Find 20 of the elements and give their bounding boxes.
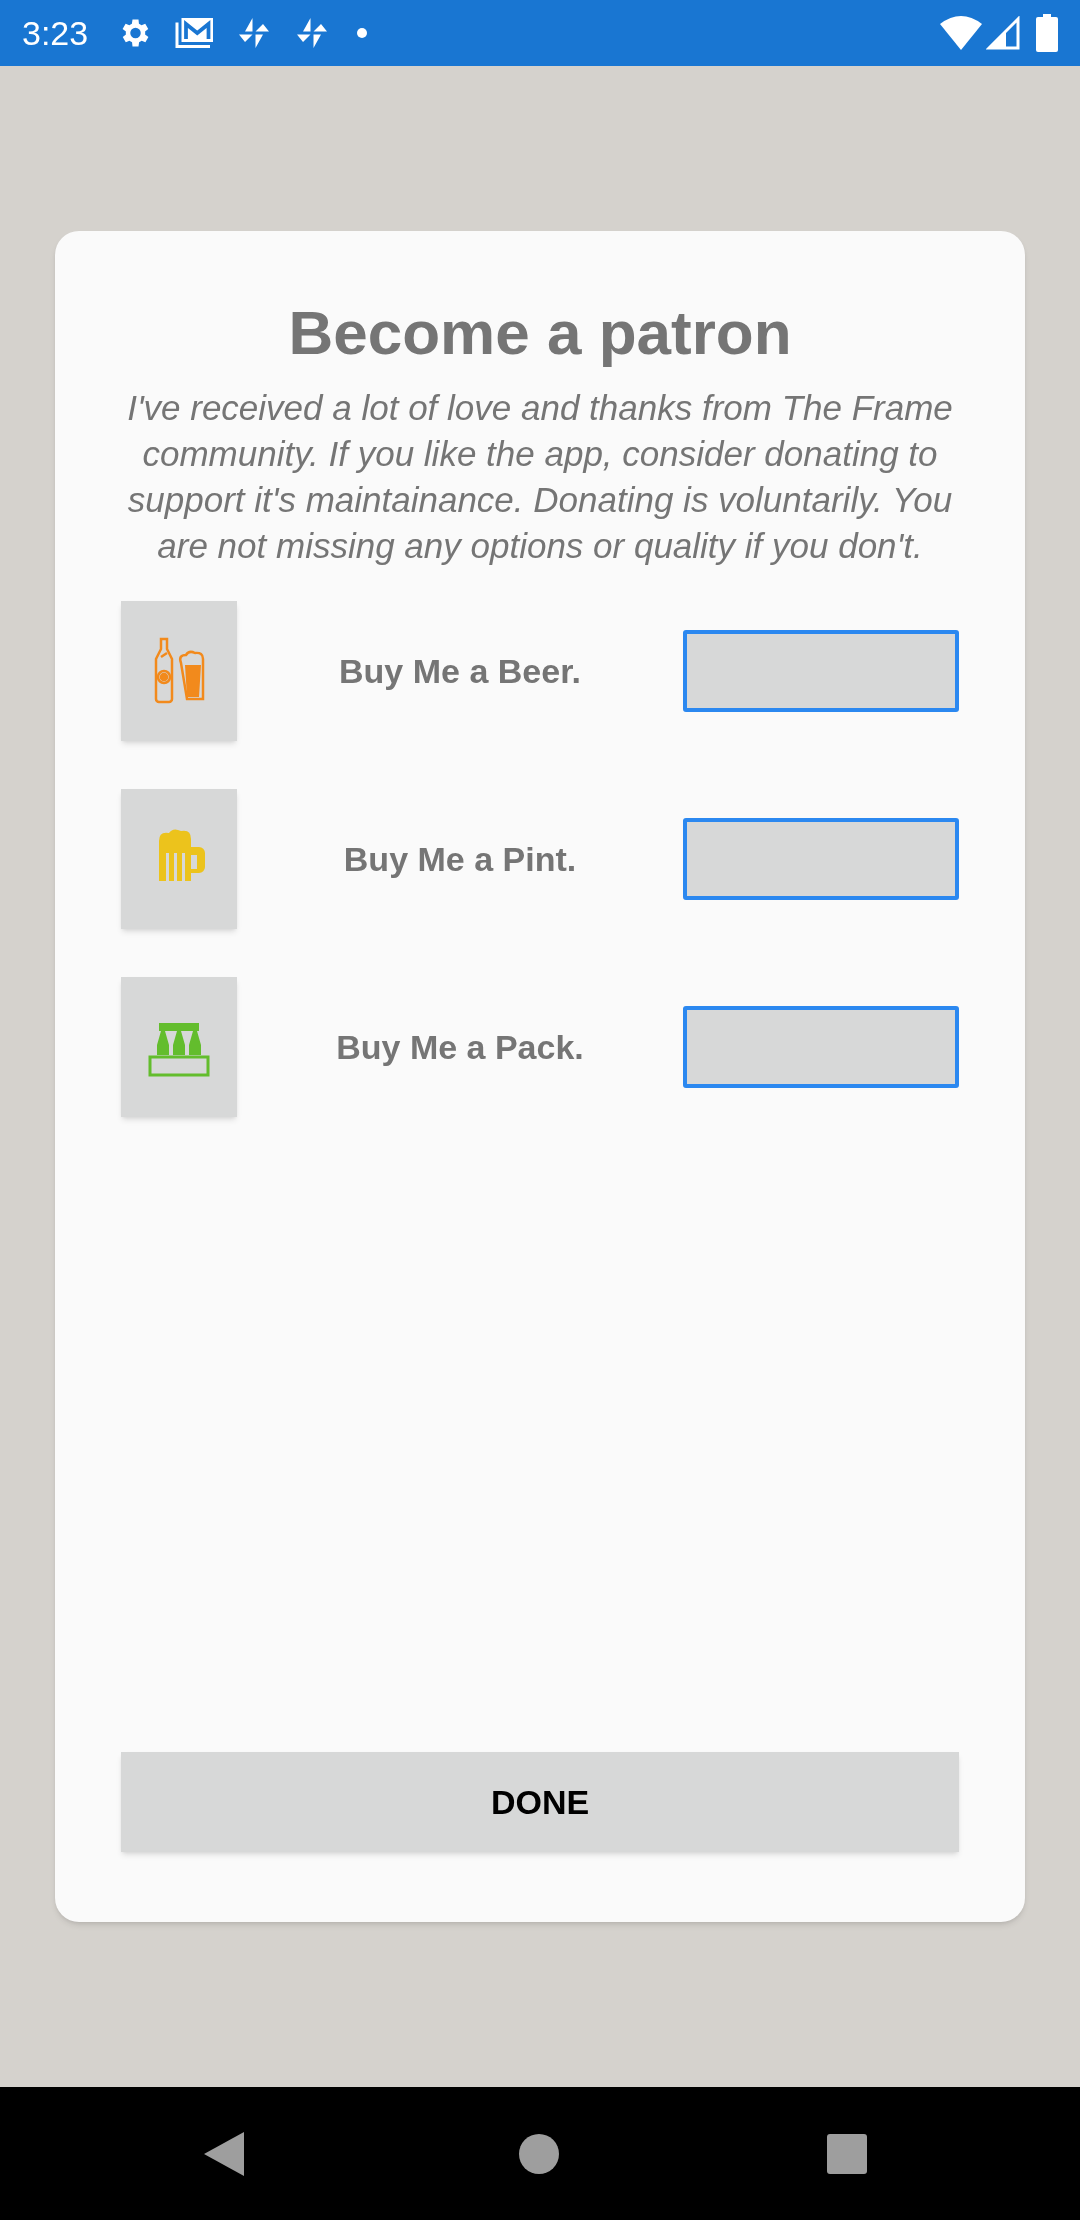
home-icon[interactable] (518, 2132, 560, 2175)
option-label: Buy Me a Pint. (342, 838, 578, 880)
icon-tile[interactable] (121, 789, 237, 929)
input-field[interactable] (683, 1006, 959, 1088)
status-time: 3:23 (22, 12, 89, 54)
back-icon[interactable] (204, 2131, 244, 2176)
dialog-title: Become a patron (288, 297, 792, 369)
signal-icon (986, 16, 1020, 50)
option-label: Buy Me a Pack. (335, 1026, 585, 1068)
recents-icon[interactable] (827, 2133, 867, 2174)
icon-tile[interactable] (121, 977, 237, 1117)
option-label: Buy Me a Beer. (338, 650, 582, 692)
battery-icon (1036, 14, 1058, 52)
done-button[interactable]: DONE (121, 1752, 959, 1852)
input-field[interactable] (683, 630, 959, 712)
dot-icon (356, 27, 369, 39)
icon-tile[interactable] (121, 601, 237, 741)
wifi-icon (940, 16, 982, 50)
input-field[interactable] (683, 818, 959, 900)
dialog-message: I've received a lot of love and thanks from The Frame community. If you like the app, consider donating to support it's maintainance. Donating is voluntarily. You are not missing any options or quality if you don't. (126, 387, 954, 567)
